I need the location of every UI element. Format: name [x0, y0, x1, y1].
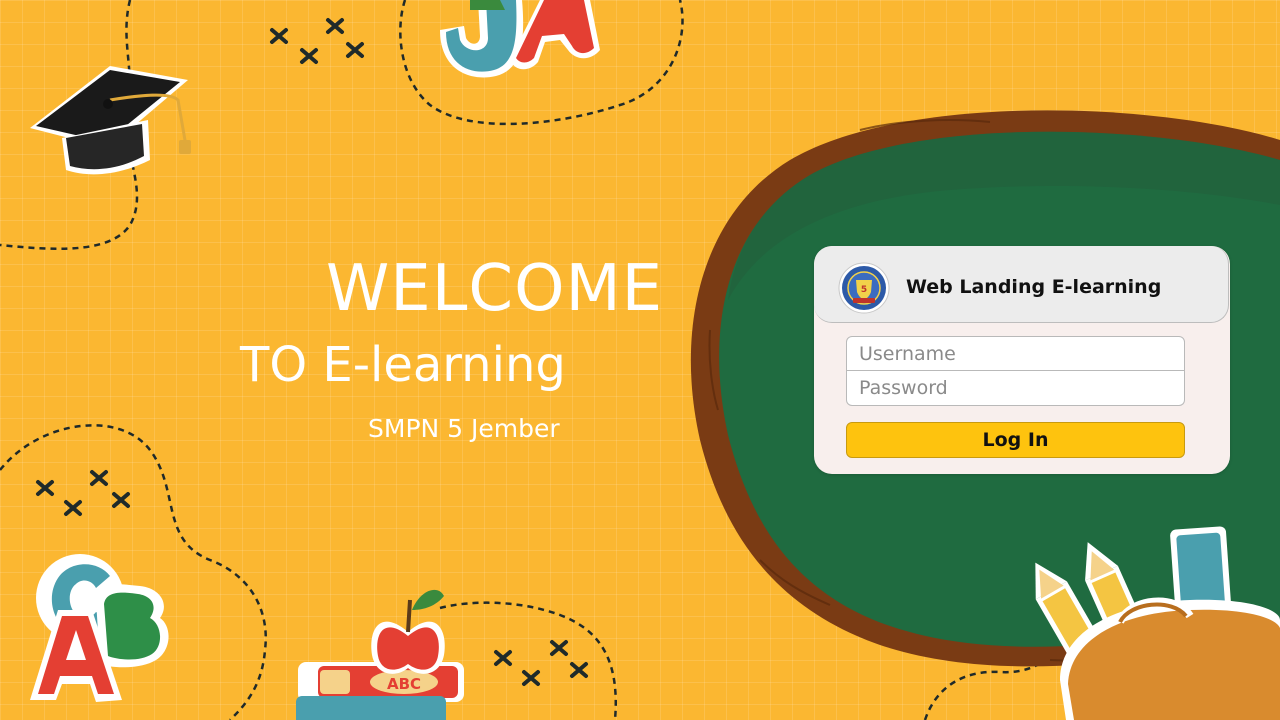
- username-input[interactable]: [846, 336, 1185, 371]
- school-name: SMPN 5 Jember: [368, 414, 560, 443]
- school-logo-icon: 5: [838, 262, 890, 314]
- welcome-title: WELCOME: [326, 252, 664, 326]
- letter-blocks-top: [440, 0, 600, 78]
- graduation-cap-icon: [30, 66, 191, 175]
- login-button[interactable]: Log In: [846, 422, 1185, 458]
- dashed-line-bottom: [439, 601, 617, 720]
- logo-number: 5: [861, 285, 867, 295]
- apple-books-illustration: ABC: [296, 589, 464, 720]
- book-label: ABC: [387, 675, 421, 693]
- letter-blocks-bottom-left: [30, 554, 169, 702]
- password-input[interactable]: [846, 371, 1185, 406]
- welcome-subtitle: TO E-learning: [240, 337, 566, 393]
- login-card: 5 Web Landing E-learning Log In: [814, 246, 1230, 474]
- login-card-title: Web Landing E-learning: [906, 276, 1162, 298]
- login-card-header: 5 Web Landing E-learning: [814, 246, 1229, 323]
